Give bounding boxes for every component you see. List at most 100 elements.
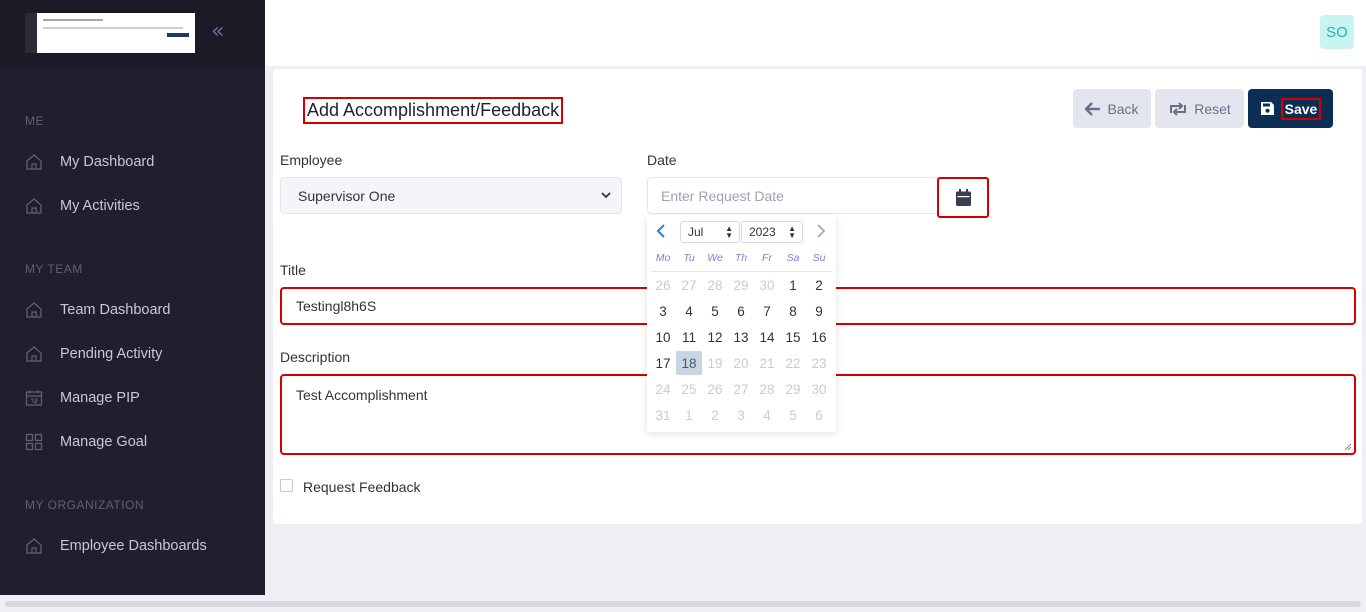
day-cell[interactable]: 7 xyxy=(754,298,780,324)
date-placeholder: Enter Request Date xyxy=(661,187,784,204)
sidebar-item-manage-pip[interactable]: Manage PIP xyxy=(25,386,140,410)
employee-select[interactable]: Supervisor One xyxy=(280,177,622,214)
month-select[interactable]: Jul ▲ ▼ xyxy=(680,221,740,243)
reset-button[interactable]: Reset xyxy=(1155,89,1244,128)
day-cell[interactable]: 4 xyxy=(676,298,702,324)
weekday-label: Sa xyxy=(786,252,800,264)
sidebar-item-manage-goal[interactable]: Manage Goal xyxy=(25,430,147,454)
grid-icon xyxy=(25,433,43,451)
home-icon xyxy=(26,154,42,170)
day-cell[interactable]: 16 xyxy=(806,324,832,350)
request-feedback-checkbox[interactable] xyxy=(280,479,293,492)
day-cell[interactable]: 30 xyxy=(806,376,832,402)
selected-day-cell[interactable]: 18 xyxy=(676,351,702,375)
updown-arrow-icon: ▲ ▼ xyxy=(788,224,796,240)
back-button[interactable]: Back xyxy=(1073,89,1151,128)
datepicker-popup: Jul ▲ ▼ 2023 ▲ ▼ Mo Tu We Th Fr Sa Su 26 27 28 29 30… xyxy=(647,215,836,432)
day-cell[interactable]: 25 xyxy=(676,376,702,402)
collapse-sidebar-icon[interactable]: « xyxy=(211,20,224,44)
day-cell[interactable]: 27 xyxy=(676,272,702,298)
day-cell[interactable]: 3 xyxy=(728,402,754,428)
title-value: Testingl8h6S xyxy=(296,298,377,314)
sidebar-item-team-dashboard[interactable]: Team Dashboard xyxy=(25,298,170,322)
day-cell[interactable]: 9 xyxy=(806,298,832,324)
day-cell[interactable]: 29 xyxy=(728,272,754,298)
day-cell[interactable]: 14 xyxy=(754,324,780,350)
updown-arrow-icon: ▲ ▼ xyxy=(725,224,733,240)
day-cell[interactable]: 26 xyxy=(702,376,728,402)
day-cell[interactable]: 10 xyxy=(650,324,676,350)
day-cell[interactable]: 6 xyxy=(806,402,832,428)
section-title-me: ME xyxy=(25,114,44,128)
day-cell[interactable]: 13 xyxy=(728,324,754,350)
sidebar-item-pending-activity[interactable]: Pending Activity xyxy=(25,342,162,366)
day-cell[interactable]: 19 xyxy=(702,350,728,376)
request-feedback-label: Request Feedback xyxy=(303,479,421,495)
description-value: Test Accomplishment xyxy=(296,387,428,403)
date-input[interactable]: Enter Request Date xyxy=(647,177,939,214)
day-cell[interactable]: 15 xyxy=(780,324,806,350)
weekday-label: Tu xyxy=(683,252,695,264)
employee-value: Supervisor One xyxy=(298,187,396,204)
employee-label: Employee xyxy=(280,152,343,168)
day-cell[interactable]: 8 xyxy=(780,298,806,324)
horizontal-scrollbar[interactable] xyxy=(5,601,1361,607)
day-cell[interactable]: 12 xyxy=(702,324,728,350)
day-cell[interactable]: 2 xyxy=(806,272,832,298)
day-cell[interactable]: 11 xyxy=(676,324,702,350)
calendar-icon xyxy=(955,189,971,206)
weekday-header: Mo Tu We Th Fr Sa Su xyxy=(650,252,833,264)
day-cell[interactable]: 27 xyxy=(728,376,754,402)
home-icon xyxy=(26,346,42,362)
day-cell[interactable]: 28 xyxy=(702,272,728,298)
day-cell[interactable]: 4 xyxy=(754,402,780,428)
save-label: Save xyxy=(1280,97,1322,120)
weekday-label: Fr xyxy=(762,252,772,264)
calendar-button[interactable] xyxy=(937,177,989,218)
app-logo[interactable] xyxy=(25,13,195,53)
year-select[interactable]: 2023 ▲ ▼ xyxy=(741,221,803,243)
day-cell[interactable]: 5 xyxy=(780,402,806,428)
sidebar-item-label: Manage PIP xyxy=(60,390,140,406)
title-label: Title xyxy=(280,262,306,278)
day-cell[interactable]: 30 xyxy=(754,272,780,298)
day-cell[interactable]: 23 xyxy=(806,350,832,376)
day-cell[interactable]: 29 xyxy=(780,376,806,402)
arrow-left-icon xyxy=(1085,101,1101,116)
user-avatar[interactable]: SO xyxy=(1320,15,1354,49)
day-cell[interactable]: 6 xyxy=(728,298,754,324)
page-title: Add Accomplishment/Feedback xyxy=(303,97,564,124)
day-cell[interactable]: 3 xyxy=(650,298,676,324)
chevron-left-icon[interactable] xyxy=(654,223,670,239)
sidebar-item-my-dashboard[interactable]: My Dashboard xyxy=(25,150,154,174)
day-cell[interactable]: 1 xyxy=(676,402,702,428)
sidebar-item-label: My Activities xyxy=(60,198,140,214)
section-title-my-organization: MY ORGANIZATION xyxy=(25,498,145,512)
description-label: Description xyxy=(280,349,351,365)
day-cell[interactable]: 24 xyxy=(650,376,676,402)
day-cell[interactable]: 26 xyxy=(650,272,676,298)
home-icon xyxy=(26,538,42,554)
day-cell[interactable]: 5 xyxy=(702,298,728,324)
chevron-right-icon[interactable] xyxy=(812,223,828,239)
resize-handle-icon[interactable] xyxy=(1344,443,1352,451)
day-cell[interactable]: 31 xyxy=(650,402,676,428)
date-label: Date xyxy=(647,152,677,168)
reset-label: Reset xyxy=(1194,100,1231,117)
day-cell[interactable]: 21 xyxy=(754,350,780,376)
day-cell[interactable]: 28 xyxy=(754,376,780,402)
sidebar-item-my-activities[interactable]: My Activities xyxy=(25,194,140,218)
day-cell[interactable]: 2 xyxy=(702,402,728,428)
home-icon xyxy=(26,198,42,214)
calendar-icon xyxy=(25,390,43,406)
day-cell[interactable]: 17 xyxy=(650,350,676,376)
day-cell[interactable]: 1 xyxy=(780,272,806,298)
save-button[interactable]: Save xyxy=(1248,89,1333,128)
day-cell[interactable]: 20 xyxy=(728,350,754,376)
weekday-label: We xyxy=(707,252,723,264)
home-icon xyxy=(26,302,42,318)
day-cell[interactable]: 22 xyxy=(780,350,806,376)
sidebar-item-employee-dashboards[interactable]: Employee Dashboards xyxy=(25,534,207,558)
year-value: 2023 xyxy=(749,225,776,239)
sidebar-item-label: Pending Activity xyxy=(60,346,163,362)
